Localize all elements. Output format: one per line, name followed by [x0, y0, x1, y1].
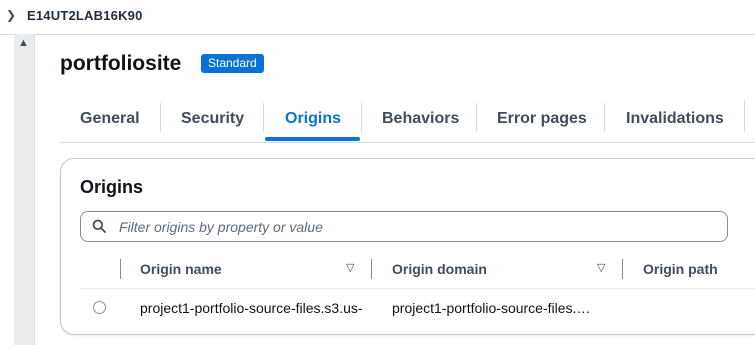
- tab-divider: [604, 103, 605, 132]
- tab-invalidations[interactable]: Invalidations: [626, 100, 724, 140]
- status-badge: Standard: [201, 54, 264, 73]
- column-divider: [371, 259, 372, 279]
- row-select-radio[interactable]: [93, 301, 106, 314]
- tab-divider: [160, 103, 161, 132]
- scrollbar[interactable]: ▲: [14, 34, 35, 345]
- page-title: portfoliosite: [60, 52, 182, 75]
- sort-down-icon[interactable]: ▽: [597, 263, 605, 274]
- column-header-origin-domain[interactable]: Origin domain: [392, 261, 487, 277]
- tab-origins[interactable]: Origins: [285, 100, 341, 140]
- tab-divider: [263, 103, 264, 132]
- active-tab-indicator: [265, 137, 360, 141]
- chevron-right-icon[interactable]: ❯: [6, 9, 18, 21]
- origin-name-cell: project1-portfolio-source-files.s3.us-: [140, 300, 363, 316]
- tab-general[interactable]: General: [80, 100, 140, 140]
- tab-security[interactable]: Security: [181, 100, 244, 140]
- chevron-up-icon[interactable]: ▲: [18, 38, 29, 49]
- tab-divider: [744, 100, 745, 132]
- top-bar: ❯ E14UT2LAB16K90: [0, 0, 755, 35]
- origin-domain-cell: project1-portfolio-source-files.…: [392, 300, 591, 316]
- tab-divider: [476, 103, 477, 132]
- origins-heading: Origins: [80, 177, 144, 197]
- column-header-origin-path[interactable]: Origin path: [643, 261, 718, 277]
- column-header-origin-name[interactable]: Origin name: [140, 261, 222, 277]
- row-divider: [81, 288, 755, 289]
- distribution-id: E14UT2LAB16K90: [27, 8, 143, 23]
- tab-error-pages[interactable]: Error pages: [497, 100, 587, 140]
- tab-behaviors[interactable]: Behaviors: [382, 100, 459, 140]
- sort-down-icon[interactable]: ▽: [346, 263, 354, 274]
- origins-search: [80, 211, 728, 242]
- search-input[interactable]: [117, 216, 711, 238]
- column-divider: [622, 259, 623, 279]
- search-icon: [92, 219, 106, 233]
- column-divider: [120, 259, 121, 279]
- tab-divider: [361, 103, 362, 132]
